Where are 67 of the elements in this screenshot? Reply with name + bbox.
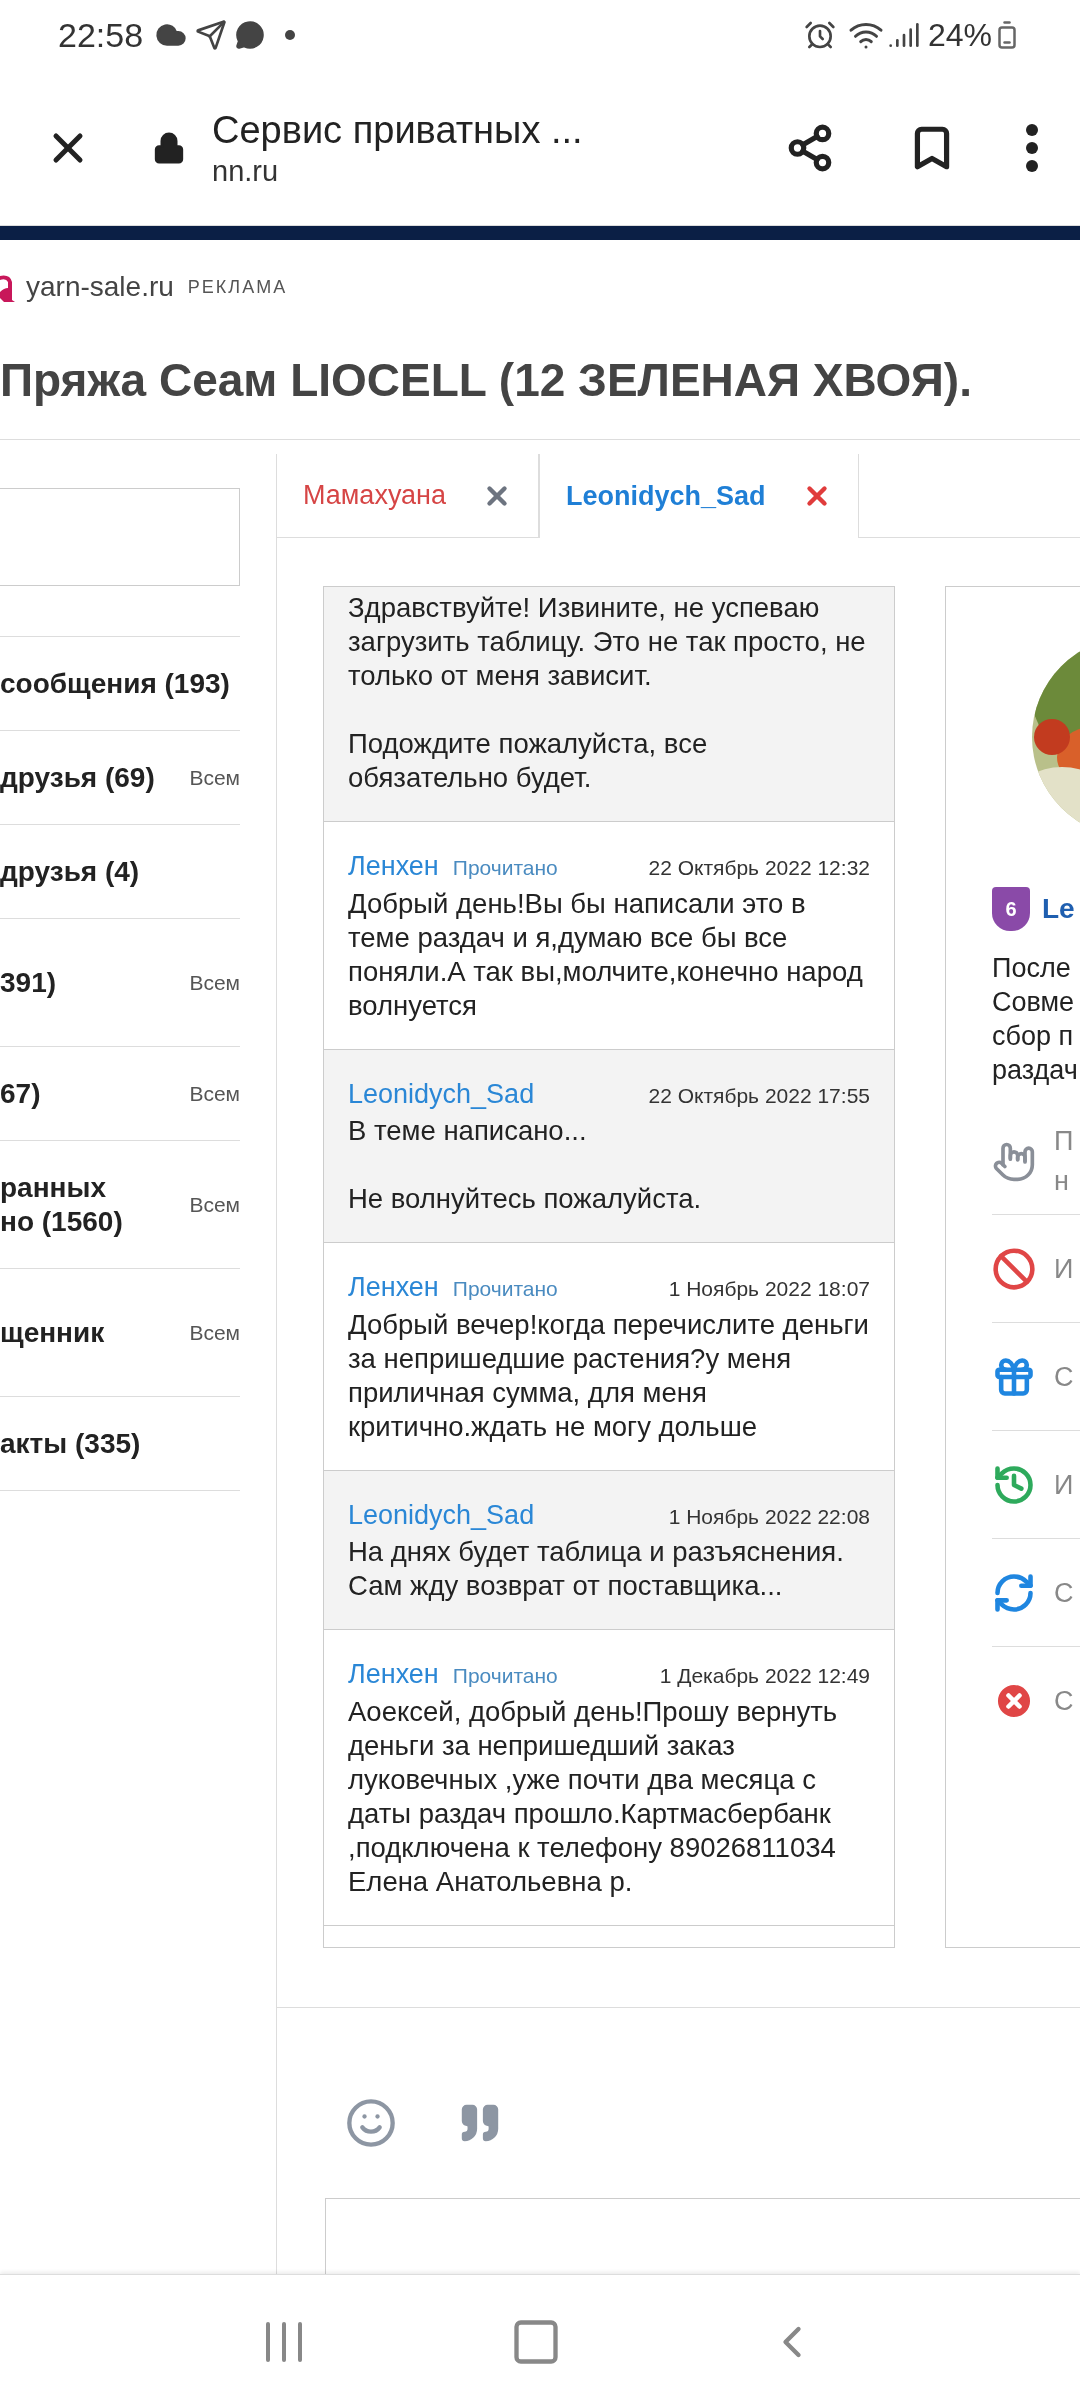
ad-site-link[interactable]: yarn-sale.ru: [26, 266, 174, 308]
message-date: 1 Ноябрь 2022 18:07: [668, 1276, 870, 1302]
chat-icon: [235, 20, 266, 50]
sidebar-item[interactable]: акты (335): [0, 1397, 240, 1491]
paper-plane-icon: [195, 19, 228, 51]
sidebar-item-label: сообщения (193): [0, 666, 231, 701]
sidebar-item[interactable]: щенник Всем: [0, 1269, 240, 1397]
level-badge: 6: [992, 887, 1030, 931]
page-title: Сервис приватных ...: [212, 107, 584, 153]
author-name[interactable]: Ленхен: [348, 846, 439, 887]
sidebar-item-label: 67): [0, 1076, 42, 1111]
profile-about: После Совме сбор п раздач: [992, 952, 1079, 1087]
profile-action[interactable]: С: [992, 1647, 1080, 1755]
profile-action[interactable]: П н: [992, 1107, 1080, 1215]
sidebar-item[interactable]: друзья (4): [0, 825, 240, 919]
sidebar-item[interactable]: ранных но (1560) Всем: [0, 1141, 240, 1269]
profile-action[interactable]: И: [992, 1431, 1080, 1539]
page-url: nn.ru: [212, 153, 280, 189]
author-name[interactable]: Ленхен: [348, 1267, 439, 1308]
clock-time: 22:58: [58, 14, 144, 56]
message-date: 1 Декабрь 2022 12:49: [659, 1663, 870, 1689]
sidebar-item-label: 391): [0, 965, 58, 1000]
sidebar-item-label: ранных но (1560): [0, 1170, 124, 1239]
message-date: 1 Ноябрь 2022 22:08: [668, 1503, 870, 1530]
message-input[interactable]: [325, 2198, 1080, 2274]
message-date: 22 Октябрь 2022 12:32: [648, 855, 870, 881]
message-text: На днях будет таблица и разъяснения. Сам жду возврат от поставщика...: [348, 1535, 845, 1603]
message-text: Здравствуйте! Извините, не успеваю загрузить таблицу. Это не так просто, не только от меня зависит. Подождите пожалуйста, все обязательно будет.: [348, 591, 867, 795]
ad-label: РЕКЛАМА: [187, 275, 288, 299]
sidebar-item-label: друзья (4): [0, 854, 141, 889]
product-title: Пряжа Сеам LIOCELL (12 ЗЕЛЕНАЯ ХВОЯ).: [0, 353, 972, 408]
author-name[interactable]: Leonidych_Sad: [348, 1073, 535, 1114]
visibility-label: Всем: [189, 1319, 240, 1346]
search-field[interactable]: [0, 488, 240, 586]
profile-action[interactable]: С: [992, 1539, 1080, 1647]
message-text: Добрый вечер!когда перечислите деньги за непришедшие растения?у меня приличная сумма, для меня критично.ждать не могу дольше: [348, 1307, 870, 1444]
author-name[interactable]: Leonidych_Sad: [348, 1494, 535, 1535]
sidebar-item[interactable]: сообщения (193): [0, 637, 240, 731]
read-status: Прочитано: [452, 1663, 558, 1689]
message-date: 22 Октябрь 2022 17:55: [648, 1082, 870, 1109]
message-text: В теме написано... Не волнуйтесь пожалуйста.: [348, 1114, 703, 1216]
lock-icon: [152, 130, 186, 165]
visibility-label: Всем: [189, 1080, 240, 1107]
profile-action[interactable]: И: [992, 1215, 1080, 1323]
sidebar-item-label: акты (335): [0, 1426, 142, 1461]
emoji-button[interactable]: [345, 2097, 397, 2149]
sidebar-item[interactable]: друзья (69) Всем: [0, 731, 240, 825]
chat-tab[interactable]: Leonidych_Sad: [539, 454, 859, 538]
sidebar-item-label: друзья (69): [0, 760, 156, 795]
sidebar-item[interactable]: 67) Всем: [0, 1047, 240, 1141]
read-status: Прочитано: [452, 1276, 558, 1302]
visibility-label: Всем: [189, 1191, 240, 1218]
visibility-label: Всем: [189, 764, 240, 791]
sidebar-item-label: щенник: [0, 1315, 106, 1350]
profile-action[interactable]: С: [992, 1323, 1080, 1431]
alarm-icon: [803, 19, 836, 51]
visibility-label: Всем: [189, 969, 240, 996]
more-icon: [1025, 122, 1039, 173]
author-name[interactable]: Ленхен: [348, 1654, 439, 1695]
message-text: Аоексей, добрый день!Прошу вернуть деньги за непришедший заказ луковечных ,уже почти два месяца с даты раздач прошло.Картмасбербанк ,подключена к телефону 89026811034 Елена Анатольевна р.: [348, 1694, 839, 1899]
profile-name[interactable]: Le: [1042, 888, 1075, 930]
read-status: Прочитано: [452, 855, 558, 881]
chat-tab[interactable]: Мамахуана: [276, 454, 540, 538]
ban-icon: [992, 1246, 1036, 1291]
message-text: Добрый день!Вы бы написали это в теме раздач и я,думаю все бы все поняли.А так вы,молчите,конечно народ волнуется: [348, 886, 864, 1023]
battery-percent: 24%: [927, 16, 992, 55]
sidebar-item[interactable]: 391) Всем: [0, 919, 240, 1047]
